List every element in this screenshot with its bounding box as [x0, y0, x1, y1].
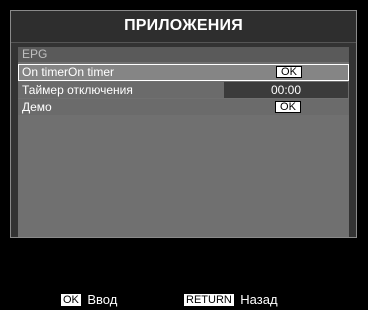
menu-item-on-timer[interactable]: On timerOn timer OK [18, 64, 349, 81]
ok-button[interactable]: OK [276, 66, 302, 78]
back-label: Назад [240, 292, 278, 307]
enter-label: Ввод [87, 292, 118, 307]
title-bar: ПРИЛОЖЕНИЯ [11, 11, 356, 43]
applications-menu-panel: ПРИЛОЖЕНИЯ EPG On timerOn timer OK Тайме… [10, 10, 357, 238]
menu-content: EPG On timerOn timer OK Таймер отключени… [18, 47, 349, 237]
menu-title: ПРИЛОЖЕНИЯ [124, 17, 243, 34]
ok-button[interactable]: OK [275, 101, 301, 113]
sleep-timer-value-field[interactable]: 00:00 [224, 82, 348, 98]
back-hint[interactable]: RETURN Назад [183, 292, 278, 308]
section-label: EPG [22, 47, 48, 61]
menu-item-label: Демо [22, 100, 52, 114]
footer-hints: OK Ввод RETURN Назад [0, 292, 368, 308]
enter-hint[interactable]: OK Ввод [60, 292, 117, 308]
section-header-epg: EPG [18, 47, 349, 62]
return-key-badge: RETURN [183, 293, 235, 307]
menu-item-demo[interactable]: Демо OK [18, 99, 349, 115]
sleep-timer-value: 00:00 [270, 83, 302, 97]
ok-key-badge: OK [60, 293, 82, 307]
menu-item-label: On timerOn timer [22, 65, 115, 79]
menu-item-sleep-timer[interactable]: Таймер отключения 00:00 [18, 82, 349, 98]
menu-item-label: Таймер отключения [22, 83, 133, 97]
